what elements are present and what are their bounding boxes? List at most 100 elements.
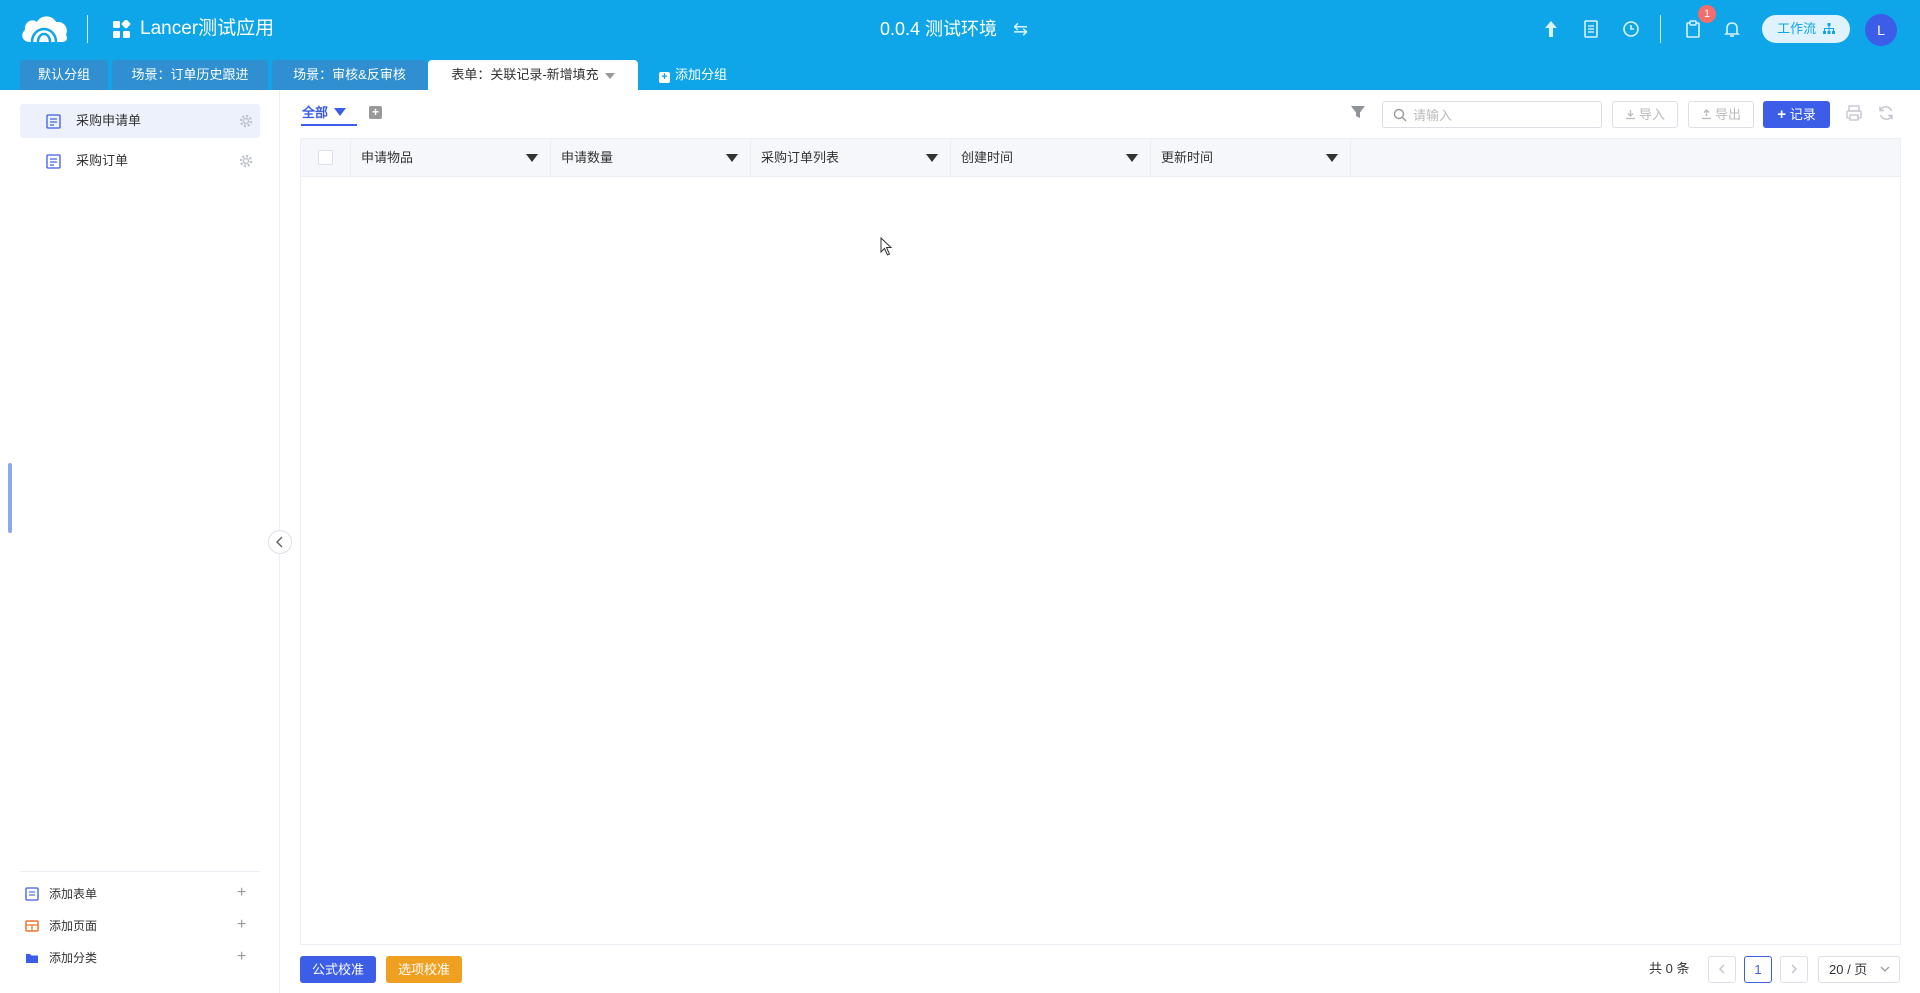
search-box[interactable] [1382, 101, 1602, 128]
column-title: 申请数量 [561, 150, 614, 165]
add-record-label: 记录 [1789, 107, 1816, 122]
group-tabs: 默认分组 场景：订单历史跟进 场景：审核&反审核 表单：关联记录-新增填充 + 添… [0, 60, 1920, 90]
sidebar-item-label: 采购申请单 [76, 113, 142, 128]
caret-down-icon[interactable] [726, 154, 738, 162]
form-icon [46, 114, 61, 129]
page-size-select[interactable]: 20 / 页 [1818, 956, 1900, 983]
workflow-button[interactable]: 工作流 [1762, 15, 1850, 43]
publish-up-arrow-icon[interactable] [1540, 18, 1562, 40]
user-avatar[interactable]: L [1865, 14, 1897, 46]
import-button[interactable]: 导入 [1612, 101, 1678, 128]
column-header-order-list[interactable]: 采购订单列表 [750, 139, 950, 177]
cloud-logo-icon[interactable] [18, 12, 70, 46]
chevron-right-icon [1791, 964, 1797, 974]
import-label: 导入 [1638, 107, 1665, 122]
form-sidebar: 采购申请单 采购订单 添加表单 + 添加页面 + 添加分类 + [0, 90, 280, 993]
gear-icon[interactable] [238, 113, 254, 129]
plus-icon[interactable]: + [237, 883, 246, 903]
print-icon[interactable] [1845, 104, 1863, 122]
sidebar-item-purchase-request[interactable]: 采购申请单 [20, 104, 260, 138]
refresh-icon[interactable] [1877, 104, 1895, 122]
app-header: Lancer测试应用 0.0.4 测试环境 ⇆ 1 工作流 L 默认分组 场景：… [0, 0, 1920, 90]
formula-check-button[interactable]: 公式校准 [300, 956, 376, 983]
caret-down-icon[interactable] [1326, 154, 1338, 162]
header-divider [1660, 15, 1661, 43]
search-input[interactable] [1413, 105, 1593, 125]
records-table: 申请物品 申请数量 采购订单列表 创建时间 更新时间 [300, 138, 1901, 945]
collapse-sidebar-button[interactable] [268, 530, 292, 554]
view-selector-all[interactable]: 全部 [302, 104, 347, 122]
add-group-button[interactable]: + 添加分组 [659, 60, 727, 90]
plus-box-icon: + [659, 72, 670, 83]
plus-icon[interactable]: + [237, 915, 246, 935]
add-page-label: 添加页面 [49, 919, 98, 933]
column-header-created-at[interactable]: 创建时间 [950, 139, 1150, 177]
upload-icon [1701, 109, 1711, 120]
column-header-updated-at[interactable]: 更新时间 [1150, 139, 1350, 177]
prev-page-button[interactable] [1708, 956, 1736, 983]
header-divider [87, 15, 88, 43]
tab-label: 表单：关联记录-新增填充 [451, 67, 599, 82]
column-title: 更新时间 [1161, 150, 1214, 165]
resize-handle[interactable] [8, 463, 12, 533]
table-page-icon [25, 920, 39, 932]
folder-icon [26, 954, 38, 963]
column-divider [1350, 139, 1351, 177]
page-size-value: 20 / 页 [1829, 962, 1868, 977]
total-count: 共 0 条 [1649, 961, 1690, 976]
form-icon [46, 154, 61, 169]
clipboard-task-icon[interactable] [1682, 18, 1704, 40]
chevron-down-icon [1880, 966, 1890, 972]
add-page-button[interactable]: 添加页面 + [25, 915, 255, 937]
app-title[interactable]: Lancer测试应用 [140, 17, 274, 41]
page-number[interactable]: 1 [1744, 956, 1772, 983]
bell-icon[interactable] [1721, 18, 1743, 40]
column-header-item[interactable]: 申请物品 [350, 139, 550, 177]
plus-icon[interactable]: + [237, 947, 246, 967]
switch-environment-icon[interactable]: ⇆ [1013, 19, 1028, 39]
export-button[interactable]: 导出 [1688, 101, 1754, 128]
tab-dropdown-caret-icon[interactable] [604, 72, 615, 79]
mouse-pointer-icon [880, 237, 893, 256]
search-icon [1393, 108, 1407, 122]
tab-order-history[interactable]: 场景：订单历史跟进 [112, 60, 268, 90]
add-record-button[interactable]: + 记录 [1763, 101, 1830, 128]
next-page-button[interactable] [1780, 956, 1808, 983]
environment-label: 0.0.4 测试环境 [880, 19, 998, 39]
add-category-label: 添加分类 [49, 951, 98, 965]
option-check-button[interactable]: 选项校准 [386, 956, 462, 983]
column-title: 采购订单列表 [761, 150, 840, 165]
add-view-button[interactable]: + [369, 106, 382, 119]
caret-down-icon[interactable] [926, 154, 938, 162]
caret-down-icon[interactable] [526, 154, 538, 162]
add-form-button[interactable]: 添加表单 + [25, 883, 255, 905]
caret-down-icon [334, 108, 347, 116]
filter-funnel-icon[interactable] [1350, 104, 1366, 120]
add-group-label: 添加分组 [675, 67, 728, 82]
top-bar: Lancer测试应用 0.0.4 测试环境 ⇆ 1 工作流 L [0, 0, 1920, 59]
chevron-left-icon [1719, 964, 1725, 974]
column-header-quantity[interactable]: 申请数量 [550, 139, 750, 177]
add-form-label: 添加表单 [49, 887, 98, 901]
caret-down-icon[interactable] [1126, 154, 1138, 162]
add-category-button[interactable]: 添加分类 + [25, 947, 255, 969]
download-icon [1625, 110, 1635, 120]
gear-icon[interactable] [238, 153, 254, 169]
plus-icon: + [1777, 106, 1787, 123]
tab-audit[interactable]: 场景：审核&反审核 [272, 60, 427, 90]
column-title: 创建时间 [961, 150, 1014, 165]
select-all-checkbox[interactable] [318, 150, 333, 165]
chevron-left-icon [275, 536, 283, 548]
column-title: 申请物品 [361, 150, 414, 165]
table-header: 申请物品 申请数量 采购订单列表 创建时间 更新时间 [301, 139, 1900, 177]
app-grid-icon [113, 20, 131, 38]
tab-default-group[interactable]: 默认分组 [20, 60, 108, 90]
sidebar-divider [20, 871, 260, 872]
workflow-label: 工作流 [1777, 21, 1817, 36]
view-label: 全部 [302, 105, 329, 120]
tab-linked-record-form[interactable]: 表单：关联记录-新增填充 [428, 60, 638, 90]
sidebar-item-purchase-order[interactable]: 采购订单 [20, 144, 260, 178]
history-clock-icon[interactable] [1620, 18, 1642, 40]
document-icon[interactable] [1580, 18, 1602, 40]
active-view-underline [301, 124, 357, 126]
